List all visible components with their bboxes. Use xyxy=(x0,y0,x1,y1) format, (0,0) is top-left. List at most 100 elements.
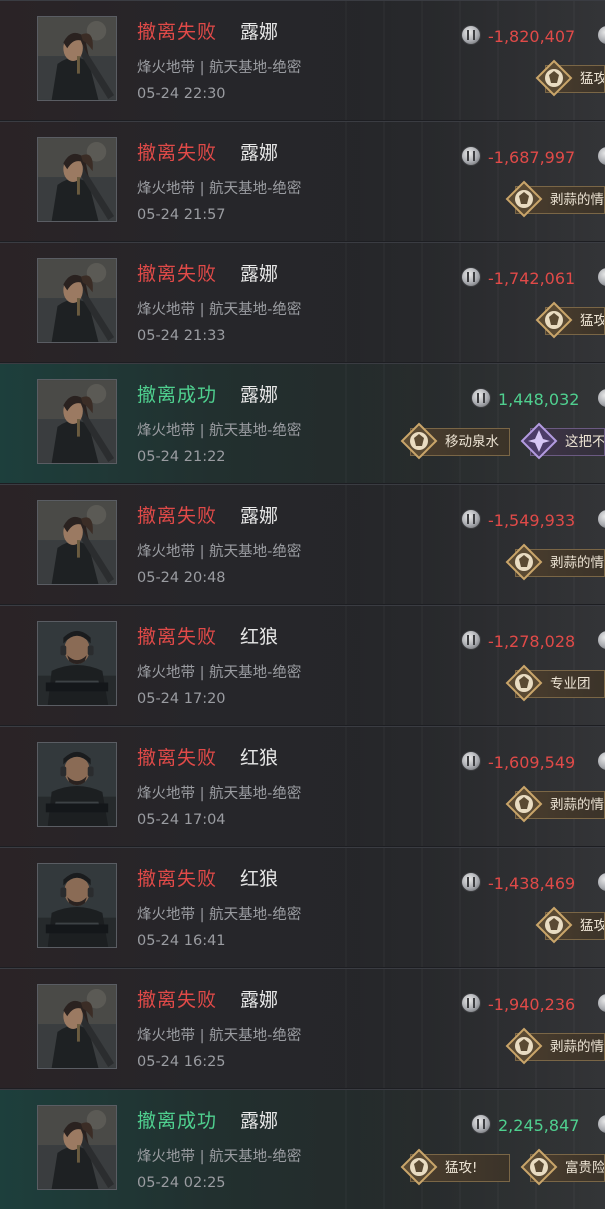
value-change: -1,278,028 xyxy=(488,632,576,651)
map-location: 烽火地带 | 航天基地-绝密 xyxy=(137,665,302,681)
extraction-status: 撤离失败 xyxy=(137,142,218,164)
match-record-row[interactable]: 撤离成功 露娜 烽火地带 | 航天基地-绝密 05-24 21:22 1,448,032… xyxy=(0,363,605,483)
match-record-row[interactable]: 撤离失败 露娜 烽火地带 | 航天基地-绝密 05-24 21:57 -1,687,99… xyxy=(0,121,605,241)
map-location: 烽火地带 | 航天基地-绝密 xyxy=(137,302,302,318)
match-time: 05-24 02:25 xyxy=(137,1175,226,1191)
operator-avatar xyxy=(37,1105,117,1190)
match-record-row[interactable]: 撤离失败 露娜烽火地带 | 航天基地-绝密 05-24 20:48 -1,549,93… xyxy=(0,484,605,604)
value-change: -1,820,407 xyxy=(488,27,576,46)
match-time: 05-24 20:48 xyxy=(137,570,226,586)
extraction-status: 撤离失败 xyxy=(137,21,218,43)
operator-name: 露娜 xyxy=(240,384,279,406)
row-background-decoration xyxy=(345,1090,605,1209)
value-change: -1,940,236 xyxy=(488,995,576,1014)
map-location: 烽火地带 | 航天基地-绝密 xyxy=(137,1028,302,1044)
match-record-row[interactable]: 撤离失败 露娜烽火地带 | 航天基地-绝密 05-24 21:33 -1,742,06… xyxy=(0,242,605,362)
value-change: -1,742,061 xyxy=(488,269,576,288)
secondary-currency-icon xyxy=(598,510,605,528)
secondary-currency-icon xyxy=(598,147,605,165)
match-time: 05-24 21:33 xyxy=(137,328,226,344)
match-time: 05-24 22:30 xyxy=(137,86,226,102)
extraction-status: 撤离失败 xyxy=(137,747,218,769)
match-time: 05-24 21:57 xyxy=(137,207,226,223)
match-time: 05-24 17:20 xyxy=(137,691,226,707)
match-record-row[interactable]: 撤离失败 红狼烽火地带 | 航天基地-绝密 05-24 16:41 -1,438,46… xyxy=(0,847,605,967)
match-time: 05-24 16:41 xyxy=(137,933,226,949)
extraction-status: 撤离失败 xyxy=(137,989,218,1011)
match-record-row[interactable]: 撤离失败 红狼烽火地带 | 航天基地-绝密 05-24 17:20 -1,278,02… xyxy=(0,605,605,725)
currency-icon xyxy=(462,631,480,649)
match-record-row[interactable]: 撤离成功 露娜烽火地带 | 航天基地-绝密 05-24 02:25 2,245,847… xyxy=(0,1089,605,1209)
secondary-currency-icon xyxy=(598,873,605,891)
match-record-row[interactable]: 撤离失败 露娜烽火地带 | 航天基地-绝密 05-24 16:25 -1,940,23… xyxy=(0,968,605,1088)
row-background-decoration xyxy=(345,969,605,1088)
currency-icon xyxy=(472,1115,490,1133)
map-location: 烽火地带 | 航天基地-绝密 xyxy=(137,423,302,439)
row-background-decoration xyxy=(345,364,605,483)
operator-avatar xyxy=(37,742,117,827)
tag-emblem-icon xyxy=(505,785,543,823)
tag-emblem-icon xyxy=(400,1148,438,1186)
operator-name: 露娜 xyxy=(240,21,279,43)
match-time: 05-24 21:22 xyxy=(137,449,226,465)
rare-tag-icon xyxy=(520,422,558,460)
map-location: 烽火地带 | 航天基地-绝密 xyxy=(137,1149,302,1165)
value-change: -1,609,549 xyxy=(488,753,576,772)
operator-avatar xyxy=(37,621,117,706)
currency-icon xyxy=(462,510,480,528)
secondary-currency-icon xyxy=(598,752,605,770)
currency-icon xyxy=(462,147,480,165)
secondary-currency-icon xyxy=(598,268,605,286)
extraction-status: 撤离成功 xyxy=(137,384,218,406)
currency-icon xyxy=(462,873,480,891)
match-time: 05-24 17:04 xyxy=(137,812,226,828)
row-background-decoration xyxy=(345,727,605,846)
secondary-currency-icon xyxy=(598,389,605,407)
value-change: -1,687,997 xyxy=(488,148,576,167)
operator-name: 露娜 xyxy=(240,142,279,164)
value-change: -1,549,933 xyxy=(488,511,576,530)
operator-name: 露娜 xyxy=(240,505,279,527)
map-location: 烽火地带 | 航天基地-绝密 xyxy=(137,544,302,560)
secondary-currency-icon xyxy=(598,26,605,44)
operator-name: 露娜 xyxy=(240,989,279,1011)
extraction-status: 撤离失败 xyxy=(137,263,218,285)
value-change: 2,245,847 xyxy=(498,1116,580,1135)
tag-emblem-icon xyxy=(505,180,543,218)
currency-icon xyxy=(472,389,490,407)
tag-emblem-icon xyxy=(535,301,573,339)
operator-name: 露娜 xyxy=(240,263,279,285)
currency-icon xyxy=(462,994,480,1012)
operator-name: 红狼 xyxy=(240,626,279,648)
tag-emblem-icon xyxy=(505,664,543,702)
operator-name: 红狼 xyxy=(240,868,279,890)
map-location: 烽火地带 | 航天基地-绝密 xyxy=(137,60,302,76)
extraction-status: 撤离失败 xyxy=(137,505,218,527)
operator-avatar xyxy=(37,16,117,101)
row-background-decoration xyxy=(345,606,605,725)
map-location: 烽火地带 | 航天基地-绝密 xyxy=(137,786,302,802)
map-location: 烽火地带 | 航天基地-绝密 xyxy=(137,907,302,923)
tag-emblem-icon xyxy=(520,1148,558,1186)
row-background-decoration xyxy=(345,485,605,604)
tag-emblem-icon xyxy=(535,906,573,944)
extraction-status: 撤离失败 xyxy=(137,626,218,648)
operator-name: 红狼 xyxy=(240,747,279,769)
match-history-list: 撤离失败 露娜 烽火地带 | 航天基地-绝密 05-24 22:30 -1,820,40… xyxy=(0,0,605,1209)
value-change: -1,438,469 xyxy=(488,874,576,893)
secondary-currency-icon xyxy=(598,1115,605,1133)
operator-avatar xyxy=(37,137,117,222)
tag-emblem-icon xyxy=(505,543,543,581)
secondary-currency-icon xyxy=(598,631,605,649)
extraction-status: 撤离失败 xyxy=(137,868,218,890)
currency-icon xyxy=(462,26,480,44)
match-record-row[interactable]: 撤离失败 红狼烽火地带 | 航天基地-绝密 05-24 17:04 -1,609,54… xyxy=(0,726,605,846)
tag-emblem-icon xyxy=(400,422,438,460)
match-record-row[interactable]: 撤离失败 露娜烽火地带 | 航天基地-绝密 05-24 22:30 -1,820,40… xyxy=(0,0,605,120)
tag-emblem-icon xyxy=(535,59,573,97)
extraction-status: 撤离成功 xyxy=(137,1110,218,1132)
match-time: 05-24 16:25 xyxy=(137,1054,226,1070)
operator-name: 露娜 xyxy=(240,1110,279,1132)
secondary-currency-icon xyxy=(598,994,605,1012)
currency-icon xyxy=(462,752,480,770)
